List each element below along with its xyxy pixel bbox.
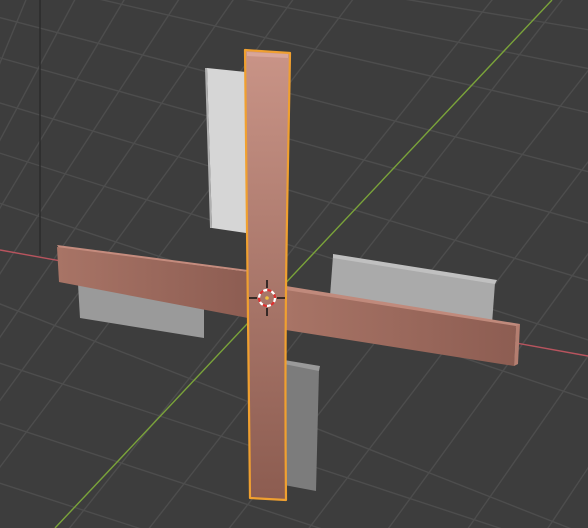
cross-vertical-bar[interactable] [243, 48, 292, 502]
cursor-dot [265, 296, 269, 300]
3d-viewport[interactable] [0, 0, 588, 528]
back-panel-bottom [284, 362, 319, 491]
back-panel-top [207, 68, 246, 233]
